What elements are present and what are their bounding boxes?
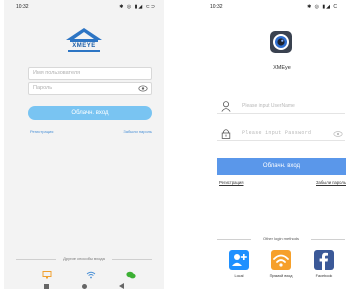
username-input[interactable]: Please input UserName: [217, 100, 345, 114]
status-time: 10:32: [210, 4, 223, 10]
cloud-login-button[interactable]: Облачн. вход: [28, 106, 152, 120]
camera-lens-icon: [270, 31, 292, 53]
status-bar: 10:32 ✱ ◎ ▮◢ C: [198, 0, 346, 14]
other-login-divider: Other login methods: [217, 236, 345, 242]
app-name: XMEye: [273, 65, 291, 71]
cloud-login-button[interactable]: Облачн. вход: [217, 158, 346, 175]
nav-back-icon[interactable]: [119, 283, 124, 289]
password-placeholder: Please input Password: [242, 130, 312, 136]
user-icon: [221, 101, 231, 112]
direct-login-button[interactable]: Прямой вход: [261, 250, 301, 278]
monitor-icon[interactable]: [42, 266, 52, 279]
eye-icon[interactable]: [333, 130, 343, 138]
forgot-password-link[interactable]: Забыли пароль: [123, 129, 152, 134]
register-link[interactable]: Регистрация: [30, 129, 53, 134]
status-icons: ✱ ◎ ▮◢ C: [307, 4, 338, 10]
add-user-icon: [229, 250, 249, 270]
left-login-screen: 10:32 ✱ ◎ ▮◢ ⊂⊃ XMEYE Имя пользователя П…: [4, 0, 164, 289]
local-login-button[interactable]: Local: [219, 250, 259, 278]
facebook-icon: [314, 250, 334, 270]
divider-line: [112, 259, 152, 260]
status-time: 10:32: [16, 4, 29, 10]
divider-line: [311, 239, 345, 240]
method-label: Local: [234, 274, 244, 278]
method-label: Facebook: [315, 274, 333, 278]
method-label: Прямой вход: [269, 274, 293, 278]
house-logo-icon: [62, 26, 106, 58]
status-bar: 10:32 ✱ ◎ ▮◢ ⊂⊃: [4, 0, 164, 14]
wifi-icon: [271, 250, 291, 270]
other-login-divider: Другие способы входа: [16, 256, 152, 262]
username-placeholder: Please input UserName: [242, 103, 295, 109]
brand-logo-text: XMEYE: [72, 43, 96, 49]
nav-home-icon[interactable]: [81, 283, 87, 289]
android-nav-bar: [44, 283, 124, 289]
nav-recents-icon[interactable]: [44, 283, 49, 289]
password-input[interactable]: Please input Password: [217, 127, 345, 141]
lock-icon: [221, 128, 231, 139]
register-link[interactable]: Регистрация: [219, 180, 243, 185]
password-input[interactable]: Пароль: [28, 82, 152, 95]
username-input[interactable]: Имя пользователя: [28, 67, 152, 80]
facebook-login-button[interactable]: Facebook: [304, 250, 344, 278]
username-placeholder: Имя пользователя: [33, 70, 81, 76]
eye-icon[interactable]: [138, 84, 148, 93]
password-placeholder: Пароль: [33, 85, 53, 91]
forgot-password-link[interactable]: Забыли пароль: [316, 180, 346, 185]
wechat-icon[interactable]: [126, 266, 136, 279]
right-login-screen: 10:32 ✱ ◎ ▮◢ C XMEye Please input UserNa…: [198, 0, 346, 289]
status-icons: ✱ ◎ ▮◢ ⊂⊃: [119, 4, 156, 10]
wifi-icon[interactable]: [86, 266, 96, 279]
